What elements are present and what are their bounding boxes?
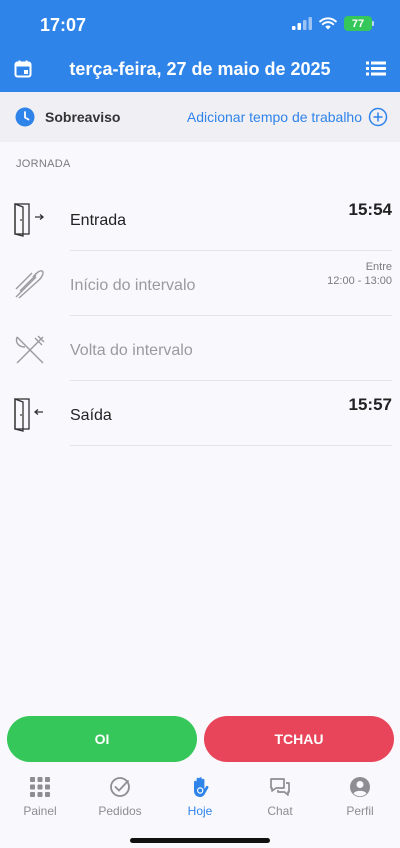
date-title[interactable]: terça-feira, 27 de maio de 2025 [0,59,400,80]
tab-perfil[interactable]: Perfil [320,776,400,818]
entry-row-break-end[interactable]: Volta do intervalo [0,316,400,381]
plus-circle-icon[interactable] [368,107,388,127]
break-window: Entre 12:00 - 13:00 [327,260,392,288]
between-label: Entre [365,261,392,273]
entry-row-clock-out[interactable]: Saída 15:57 [0,381,400,446]
status-time: 17:07 [40,15,87,35]
entry-row-clock-in[interactable]: Entrada 15:54 [0,186,400,251]
entry-time: 15:54 [348,200,392,219]
check-circle-icon [110,777,130,797]
entry-row-break-start[interactable]: Início do intervalo Entre 12:00 - 13:00 [0,251,400,316]
home-indicator[interactable] [130,838,270,843]
divider [70,445,392,446]
wifi-icon [319,17,337,30]
tab-label: Perfil [346,804,374,818]
fork-knife-icon [15,335,45,364]
tab-label: Pedidos [98,804,142,818]
clock-in-button[interactable]: OI [7,716,197,762]
tab-chat[interactable]: Chat [240,776,320,818]
tab-label: Chat [267,804,293,818]
section-label: JORNADA [16,158,71,170]
signal-icon [292,17,312,30]
entry-time: 15:57 [348,395,392,414]
clock-out-button[interactable]: TCHAU [204,716,394,762]
chat-icon [270,778,290,796]
standby-label[interactable]: Sobreaviso [45,109,120,125]
entry-label: Entrada [70,212,127,229]
person-icon [350,777,370,797]
entry-label: Início do intervalo [70,277,196,294]
tab-label: Painel [23,804,57,818]
between-range: 12:00 - 13:00 [327,275,392,287]
entry-label: Saída [70,407,112,424]
tab-pedidos[interactable]: Pedidos [80,776,160,818]
hand-icon [194,777,209,797]
grid-icon [30,777,50,797]
door-exit-icon [14,398,43,432]
entry-label: Volta do intervalo [70,342,193,359]
status-icons: 77 [292,16,374,31]
cutlery-icon [15,270,44,299]
tab-painel[interactable]: Painel [0,776,80,818]
add-work-time-link[interactable]: Adicionar tempo de trabalho [187,109,362,125]
tab-hoje[interactable]: Hoje [160,776,240,818]
tab-label: Hoje [187,804,213,818]
date-header: terça-feira, 27 de maio de 2025 [0,52,400,86]
door-enter-icon [14,203,45,237]
standby-bar: Sobreaviso Adicionar tempo de trabalho [0,92,400,142]
clock-icon [15,107,35,127]
list-icon[interactable] [366,61,386,76]
battery-level: 77 [344,16,372,31]
tab-bar: Painel Pedidos Hoje Chat Perfil [0,766,400,848]
battery-icon: 77 [344,16,374,31]
top-header: 17:07 77 terça-feira, 27 de maio de 2025 [0,0,400,92]
